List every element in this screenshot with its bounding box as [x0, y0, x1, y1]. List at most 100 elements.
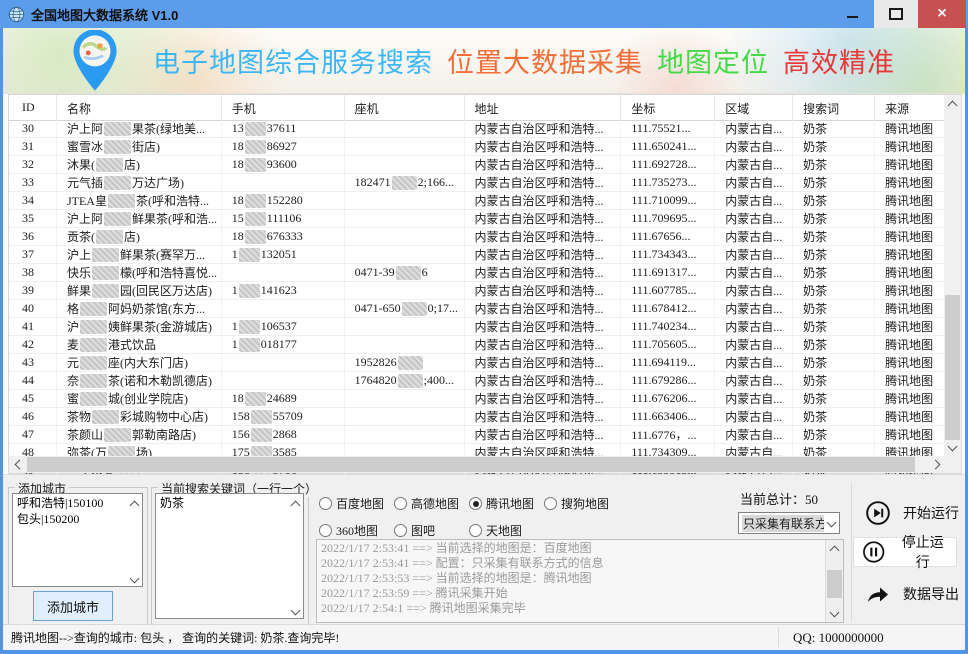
- map-option-radio-3[interactable]: 搜狗地图: [544, 495, 609, 512]
- log-scrollbar[interactable]: [825, 540, 843, 622]
- start-run-button[interactable]: 开始运行: [859, 499, 965, 527]
- table-row[interactable]: 32沐果(店)1893600内蒙古自治区呼和浩特...111.692728...…: [9, 156, 945, 174]
- table-row[interactable]: 30沪上阿果茶(绿地美...1337611内蒙古自治区呼和浩特...111.75…: [9, 120, 945, 138]
- table-cell: [345, 408, 465, 425]
- scroll-left-button[interactable]: [9, 456, 26, 473]
- redacted-text: [80, 374, 107, 388]
- table-cell: 18152280: [222, 192, 345, 209]
- table-cell: 奶茶: [793, 300, 875, 317]
- filter-select[interactable]: 只采集有联系方: [738, 512, 840, 534]
- table-cell: 腾讯地图: [875, 282, 945, 299]
- redacted-text: [392, 176, 417, 190]
- maximize-button[interactable]: [874, 0, 918, 28]
- table-cell: 内蒙古自...: [715, 156, 793, 173]
- table-cell: 内蒙古自...: [715, 174, 793, 191]
- column-header-6[interactable]: 区域: [715, 95, 793, 120]
- map-option-radio-1[interactable]: 高德地图: [394, 495, 459, 512]
- table-row[interactable]: 35沪上阿鲜果茶(呼和浩...15111106内蒙古自治区呼和浩特...111.…: [9, 210, 945, 228]
- redacted-text: [245, 122, 266, 136]
- table-cell: 34: [9, 192, 57, 209]
- map-option-radio-4[interactable]: 360地图: [319, 522, 378, 539]
- table-row[interactable]: 36贡茶(店)18676333内蒙古自治区呼和浩特...111.67656...…: [9, 228, 945, 246]
- column-header-2[interactable]: 手机: [222, 95, 345, 120]
- table-row[interactable]: 37沪上鲜果茶(赛罕万...1132051内蒙古自治区呼和浩特...111.73…: [9, 246, 945, 264]
- vertical-scroll-thumb[interactable]: [945, 295, 960, 440]
- map-option-radio-0[interactable]: 百度地图: [319, 495, 384, 512]
- map-option-radio-2[interactable]: 腾讯地图: [469, 495, 534, 512]
- chevron-down-icon: [948, 441, 958, 451]
- scroll-down-button[interactable]: [826, 605, 843, 622]
- add-city-button[interactable]: 添加城市: [33, 591, 113, 621]
- city-list-textarea[interactable]: 呼和浩特|150100 包头|150200: [12, 493, 143, 587]
- table-cell: [345, 210, 465, 227]
- table-cell: 内蒙古自...: [715, 390, 793, 407]
- table-cell: 1824689: [222, 390, 345, 407]
- column-header-8[interactable]: 来源: [875, 95, 945, 120]
- table-vertical-scrollbar[interactable]: [944, 95, 961, 456]
- scroll-up-button[interactable]: [944, 95, 961, 112]
- column-header-4[interactable]: 地址: [465, 95, 622, 120]
- column-header-7[interactable]: 搜索词: [793, 95, 875, 120]
- table-cell: JTEA皇茶(呼和浩特...: [57, 192, 222, 209]
- table-row[interactable]: 47茶颜山郭勒南路店)1562868内蒙古自治区呼和浩特...111.6776，…: [9, 426, 945, 444]
- table-cell: 奶茶: [793, 156, 875, 173]
- table-cell: 蜜城(创业学院店): [57, 390, 222, 407]
- table-row[interactable]: 41沪姨鲜果茶(金游城店)1106537内蒙古自治区呼和浩特...111.740…: [9, 318, 945, 336]
- map-option-radio-6[interactable]: 天地图: [469, 522, 522, 539]
- table-row[interactable]: 42麦港式饮品1018177内蒙古自治区呼和浩特...111.705605...…: [9, 336, 945, 354]
- table-row[interactable]: 39鲜果园(回民区万达店)1141623内蒙古自治区呼和浩特...111.607…: [9, 282, 945, 300]
- table-cell: 腾讯地图: [875, 390, 945, 407]
- table-cell: [345, 138, 465, 155]
- radio-icon: [319, 524, 332, 537]
- redacted-text: [245, 158, 266, 172]
- column-header-3[interactable]: 座机: [345, 95, 465, 120]
- filter-select-value: 只采集有联系方: [742, 515, 824, 532]
- horizontal-scroll-thumb[interactable]: [27, 457, 915, 472]
- table-row[interactable]: 43元座(内大东门店)1952826内蒙古自治区呼和浩特...111.69411…: [9, 354, 945, 372]
- scroll-right-button[interactable]: [928, 456, 945, 473]
- stop-run-button[interactable]: 停止运行: [853, 537, 957, 567]
- table-cell: 茶物彩城购物中心店): [57, 408, 222, 425]
- column-header-0[interactable]: ID: [9, 95, 57, 120]
- table-cell: 腾讯地图: [875, 138, 945, 155]
- column-header-5[interactable]: 坐标: [621, 95, 715, 120]
- table-row[interactable]: 38快乐檬(呼和浩特喜悦...0471-396内蒙古自治区呼和浩特...111.…: [9, 264, 945, 282]
- table-horizontal-scrollbar[interactable]: [9, 456, 945, 473]
- table-cell: 元气插万达广场): [57, 174, 222, 191]
- log-scroll-thumb[interactable]: [827, 570, 842, 598]
- table-cell: 内蒙古自...: [715, 246, 793, 263]
- table-row[interactable]: 46茶物彩城购物中心店)15855709内蒙古自治区呼和浩特...111.663…: [9, 408, 945, 426]
- map-option-radio-5[interactable]: 图吧: [394, 522, 435, 539]
- minimize-button[interactable]: [830, 0, 874, 28]
- table-cell: 内蒙古自...: [715, 408, 793, 425]
- table-row[interactable]: 45蜜城(创业学院店)1824689内蒙古自治区呼和浩特...111.67620…: [9, 390, 945, 408]
- table-row[interactable]: 33元气插万达广场)1824712;166...内蒙古自治区呼和浩特...111…: [9, 174, 945, 192]
- redacted-text: [398, 374, 423, 388]
- table-cell: 32: [9, 156, 57, 173]
- keywords-textarea[interactable]: 奶茶: [155, 493, 304, 619]
- table-cell: 内蒙古自...: [715, 210, 793, 227]
- qq-label: QQ: 1000000000: [793, 630, 884, 646]
- table-row[interactable]: 44奈茶(诺和木勒凯德店)1764820;400...内蒙古自治区呼和浩特...…: [9, 372, 945, 390]
- close-button[interactable]: ×: [918, 0, 966, 28]
- table-row[interactable]: 34JTEA皇茶(呼和浩特...18152280内蒙古自治区呼和浩特...111…: [9, 192, 945, 210]
- scroll-up-button[interactable]: [826, 540, 843, 557]
- table-row[interactable]: 40格阿妈奶茶馆(东方...0471-6500;17...内蒙古自治区呼和浩特.…: [9, 300, 945, 318]
- table-cell: 111.6776，...: [621, 426, 715, 443]
- table-row[interactable]: 31蜜雪冰街店)1886927内蒙古自治区呼和浩特...111.650241..…: [9, 138, 945, 156]
- export-data-button[interactable]: 数据导出: [859, 581, 965, 607]
- table-cell: 1893600: [222, 156, 345, 173]
- map-option-label: 腾讯地图: [486, 495, 534, 512]
- table-cell: 内蒙古自治区呼和浩特...: [465, 354, 622, 371]
- table-cell: 内蒙古自...: [715, 426, 793, 443]
- table-cell: 内蒙古自...: [715, 300, 793, 317]
- table-cell: 33: [9, 174, 57, 191]
- table-cell: 37: [9, 246, 57, 263]
- redacted-text: [96, 230, 123, 244]
- table-cell: 40: [9, 300, 57, 317]
- scroll-down-button[interactable]: [944, 439, 961, 456]
- log-box[interactable]: 2022/1/17 2:53:41 ==> 当前选择的地图是：百度地图2022/…: [316, 539, 844, 623]
- redacted-text: [245, 230, 266, 244]
- table-cell: 格阿妈奶茶馆(东方...: [57, 300, 222, 317]
- column-header-1[interactable]: 名称: [57, 95, 222, 120]
